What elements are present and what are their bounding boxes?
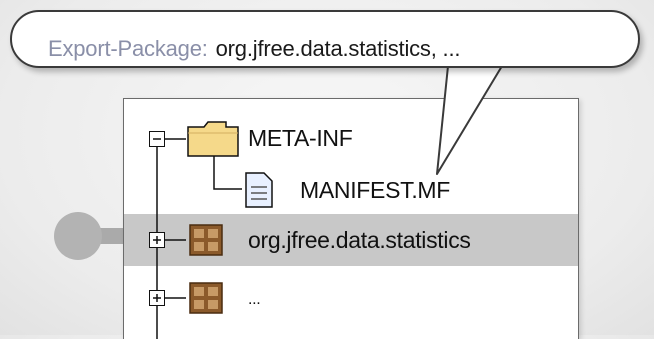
- tooltip-key: Export-Package:: [48, 36, 208, 61]
- export-package-tooltip: Export-Package: org.jfree.data.statistics…: [10, 10, 640, 68]
- tooltip-value: org.jfree.data.statistics, ...: [215, 36, 461, 61]
- tooltip-text: Export-Package: org.jfree.data.statistics…: [48, 36, 461, 62]
